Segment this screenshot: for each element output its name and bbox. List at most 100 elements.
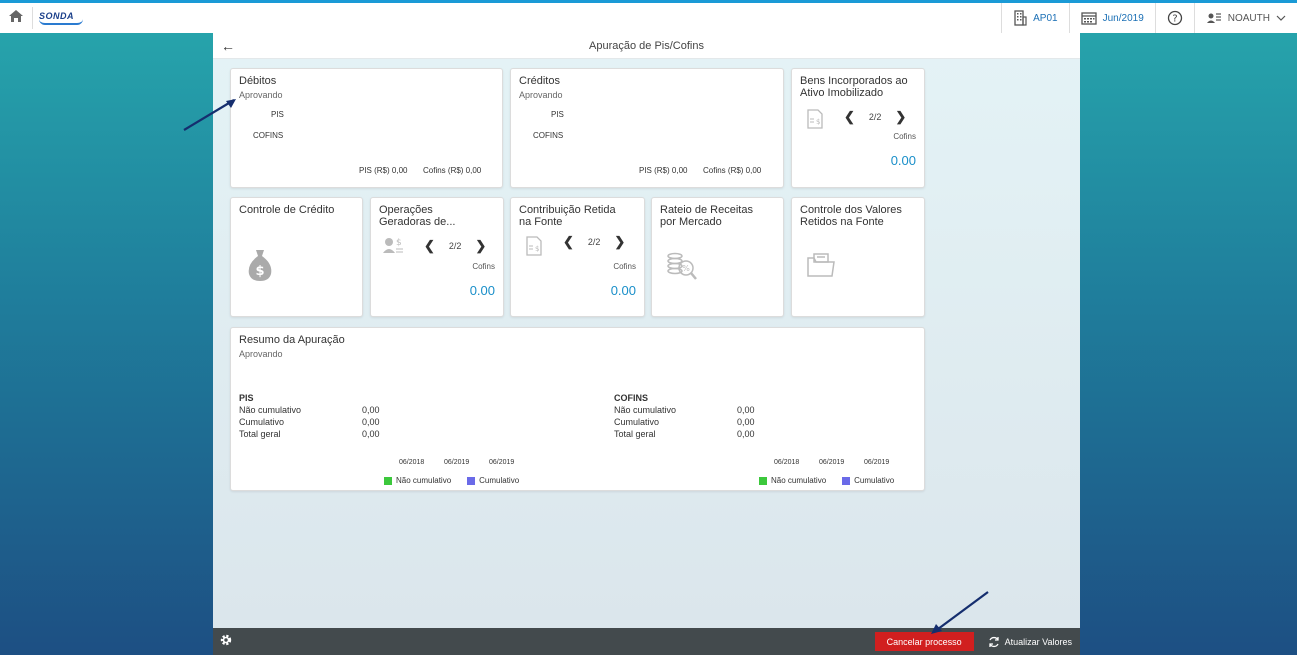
bens-incorporados-card[interactable]: Bens Incorporados ao Ativo Imobilizado $… (791, 68, 925, 188)
legend-label: Não cumulativo (396, 476, 452, 485)
prev-chevron-icon[interactable]: ❮ (563, 234, 574, 250)
money-bag-icon: $ (248, 250, 272, 281)
refresh-values-button[interactable]: Atualizar Valores (988, 636, 1072, 648)
cofins-chart-date: 06/2018 (774, 459, 800, 466)
legend-swatch (842, 476, 851, 485)
cofins-chart-date: 06/2019 (819, 459, 845, 466)
folder-money-icon (807, 253, 835, 277)
pis-row-value: 0,00 (362, 417, 380, 427)
pis-heading: PIS (239, 393, 254, 403)
prev-chevron-icon[interactable]: ❮ (844, 109, 855, 125)
back-arrow-icon[interactable]: ← (221, 38, 235, 54)
cofins-chart-date: 06/2019 (864, 459, 890, 466)
period-selector[interactable]: Jun/2019 (1068, 3, 1155, 33)
cofins-total: Cofins (R$) 0,00 (423, 166, 482, 175)
debitos-card[interactable]: Débitos Aprovando PIS COFINS PIS (R$) 0,… (230, 68, 503, 188)
next-chevron-icon[interactable]: ❯ (614, 234, 625, 250)
pis-total: PIS (R$) 0,00 (359, 166, 408, 175)
help-button[interactable]: ? (1154, 3, 1194, 33)
cofins-row-value: 0,00 (737, 417, 755, 427)
svg-text:%: % (682, 264, 690, 273)
cofins-row-value: 0,00 (737, 429, 755, 439)
pis-chart-date: 06/2019 (489, 459, 515, 466)
card-title-line2: Ativo Imobilizado (800, 87, 884, 99)
rateio-receitas-card[interactable]: Rateio de Receitas por Mercado % (651, 197, 784, 317)
card-title-line1: Bens Incorporados ao (800, 75, 908, 87)
refresh-label: Atualizar Valores (1004, 636, 1072, 647)
pis-legend: Não cumulativo Cumulativo (384, 476, 519, 485)
controle-credito-card[interactable]: Controle de Crédito $ (230, 197, 363, 317)
card-status: Aprovando (239, 349, 283, 359)
main-panel: ← Apuração de Pis/Cofins Débitos Aprovan… (213, 33, 1080, 628)
cofins-label: COFINS (253, 131, 284, 140)
cofins-label: COFINS (533, 131, 564, 140)
card-title-line2: na Fonte (519, 216, 563, 228)
card-title-line1: Rateio de Receitas (660, 204, 753, 216)
card-title-line2: por Mercado (660, 216, 722, 228)
pis-total: PIS (R$) 0,00 (639, 166, 688, 175)
logo-text: SONDA (39, 11, 75, 21)
company-code: AP01 (1033, 12, 1058, 24)
pager: 2/2 (868, 112, 882, 122)
card-title: Controle de Crédito (239, 204, 335, 216)
card-title-line2: Retidos na Fonte (800, 216, 884, 228)
value-label: Cofins (893, 132, 916, 141)
gear-icon[interactable] (219, 633, 233, 650)
operacoes-geradoras-card[interactable]: Operações Geradoras de... $ ❮ 2/2 ❯ Cofi… (370, 197, 504, 317)
period-value: Jun/2019 (1102, 12, 1144, 24)
card-title: Débitos (239, 75, 277, 87)
pis-row-value: 0,00 (362, 405, 380, 415)
value-label: Cofins (472, 262, 495, 271)
controle-valores-card[interactable]: Controle dos Valores Retidos na Fonte (791, 197, 925, 317)
next-chevron-icon[interactable]: ❯ (475, 238, 486, 254)
svg-text:?: ? (1172, 14, 1177, 25)
page-header: ← Apuração de Pis/Cofins (213, 33, 1080, 59)
sonda-logo[interactable]: SONDA (32, 7, 83, 29)
card-title-line1: Contribuição Retida (519, 204, 616, 216)
user-menu[interactable]: NOAUTH (1193, 3, 1297, 33)
pis-row-label: Cumulativo (239, 417, 285, 427)
calendar-icon (1080, 12, 1097, 25)
annotation-arrow-icon (183, 99, 236, 131)
cofins-legend: Não cumulativo Cumulativo (759, 476, 894, 485)
company-selector[interactable]: AP01 (1001, 3, 1068, 33)
home-icon[interactable] (0, 9, 32, 27)
next-chevron-icon[interactable]: ❯ (895, 109, 906, 125)
pis-label: PIS (271, 110, 284, 119)
legend-swatch (759, 476, 767, 485)
card-title-line2: Geradoras de... (379, 216, 456, 228)
svg-text:$: $ (535, 245, 539, 253)
prev-chevron-icon[interactable]: ❮ (424, 238, 435, 254)
legend-label: Não cumulativo (771, 476, 827, 485)
legend-label: Cumulativo (479, 476, 520, 485)
annotation-arrow-icon (931, 591, 989, 634)
user-icon (1206, 13, 1221, 23)
svg-text:$: $ (816, 118, 820, 126)
resumo-apuracao-card[interactable]: Resumo da Apuração Aprovando PIS Não cum… (230, 327, 925, 491)
pis-row-value: 0,00 (362, 429, 380, 439)
creditos-card[interactable]: Créditos Aprovando PIS COFINS PIS (R$) 0… (510, 68, 784, 188)
value: 0.00 (610, 283, 636, 298)
svg-text:$: $ (255, 264, 264, 279)
legend-label: Cumulativo (854, 476, 895, 485)
pis-row-label: Total geral (239, 429, 281, 439)
card-title: Resumo da Apuração (239, 334, 345, 346)
value: 0.00 (890, 153, 916, 168)
contribuicao-retida-card[interactable]: Contribuição Retida na Fonte $ ❮ 2/2 ❯ C… (510, 197, 645, 317)
card-status: Aprovando (239, 90, 283, 100)
cofins-heading: COFINS (614, 393, 649, 403)
pis-row-label: Não cumulativo (239, 405, 302, 415)
cofins-row-label: Não cumulativo (614, 405, 677, 415)
building-icon (1014, 10, 1027, 26)
chevron-down-icon (1276, 15, 1286, 21)
legend-swatch (384, 476, 392, 485)
value-label: Cofins (613, 262, 636, 271)
card-title-line1: Controle dos Valores (800, 204, 902, 216)
cofins-row-value: 0,00 (737, 405, 755, 415)
coins-search-icon: % (667, 252, 697, 280)
cofins-total: Cofins (R$) 0,00 (703, 166, 762, 175)
cofins-row-label: Total geral (614, 429, 656, 439)
pager: 2/2 (448, 241, 462, 251)
pis-chart-date: 06/2018 (399, 459, 425, 466)
pis-chart-date: 06/2019 (444, 459, 470, 466)
